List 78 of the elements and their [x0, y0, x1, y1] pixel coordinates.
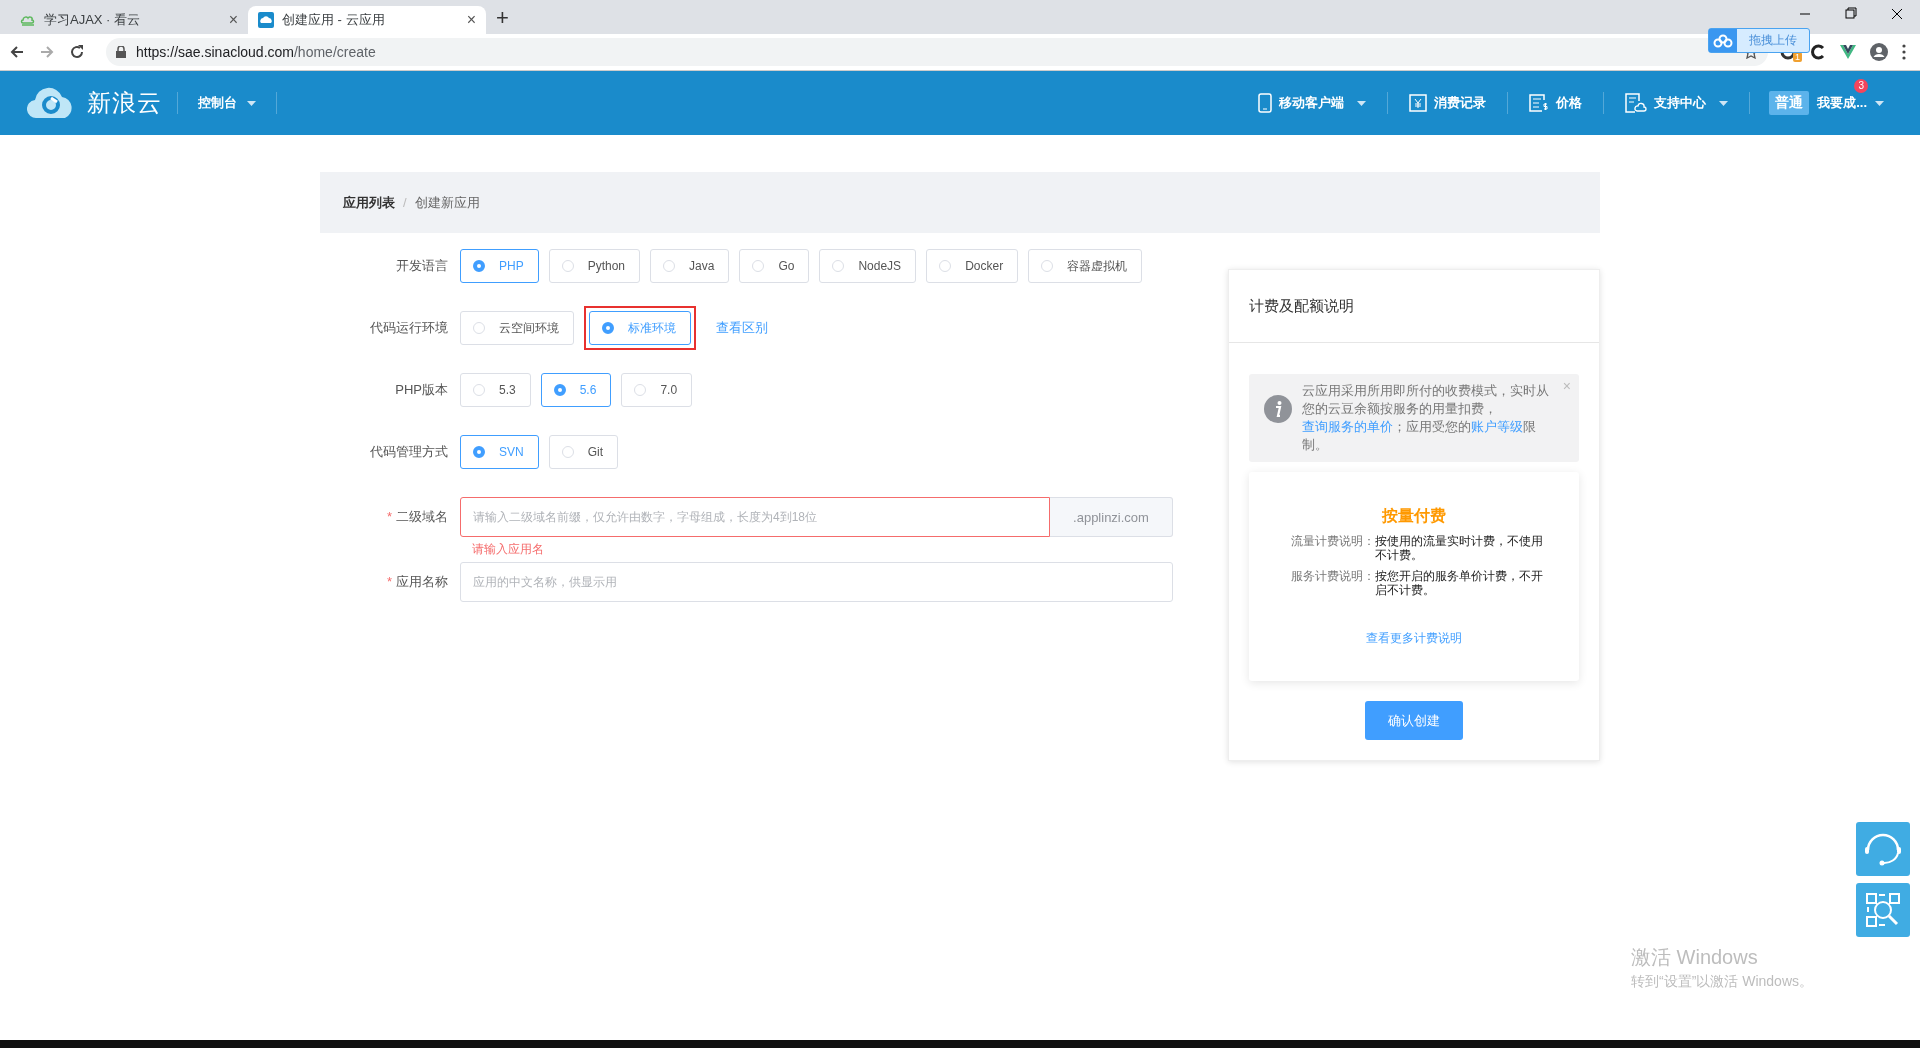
- price-list-icon: [1529, 94, 1550, 112]
- qr-scan-button[interactable]: [1856, 883, 1910, 937]
- logo-text[interactable]: 新浪云: [87, 87, 162, 119]
- radio-option[interactable]: 标准环境: [589, 311, 691, 345]
- qr-scan-icon: [1865, 892, 1901, 928]
- reload-icon[interactable]: [68, 43, 86, 61]
- breadcrumb-current: 创建新应用: [414, 193, 480, 212]
- vue-icon[interactable]: [1840, 45, 1856, 59]
- radio-option[interactable]: SVN: [460, 435, 539, 469]
- notice-text: 云应用采用所用即所付的收费模式，实时从您的云豆余额按服务的用量扣费， 查询服务的单价；应用受您的账户等级限制。: [1302, 383, 1550, 454]
- field-label: 代码运行环境: [369, 319, 449, 337]
- term-label: 服务计费说明：: [1290, 569, 1375, 585]
- term-label: 流量计费说明：: [1290, 534, 1375, 550]
- tab-title: 创建应用 - 云应用: [282, 11, 386, 29]
- radio-option[interactable]: Git: [548, 435, 619, 469]
- breadcrumb-link[interactable]: 应用列表: [343, 193, 395, 212]
- radio-option[interactable]: 5.3: [460, 373, 531, 407]
- nav-item[interactable]: 价格: [1508, 94, 1604, 112]
- profile-icon[interactable]: [1870, 43, 1888, 61]
- info-icon: [1264, 395, 1292, 423]
- field-label: PHP版本: [394, 381, 449, 399]
- extension-icon[interactable]: [1810, 44, 1826, 60]
- plan-title: 按量付费: [1380, 506, 1447, 526]
- radio-option[interactable]: NodeJS: [819, 249, 917, 283]
- close-button[interactable]: ×: [466, 11, 476, 29]
- console-menu[interactable]: 控制台: [178, 94, 276, 112]
- cloud-logo-icon[interactable]: [27, 86, 75, 120]
- url-text: https://sae.sinacloud.com/home/create: [136, 44, 376, 60]
- text-input[interactable]: 请输入二级域名前缀，仅允许由数字，字母组成，长度为4到18位: [460, 497, 1050, 537]
- tab-title: 学习AJAX · 看云: [44, 11, 142, 29]
- activation-title: 激活 Windows: [1631, 945, 1759, 970]
- radio-option[interactable]: 7.0: [621, 373, 693, 407]
- radio-option[interactable]: PHP: [460, 249, 539, 283]
- field-label: * 二级域名: [385, 508, 449, 526]
- browser-tab[interactable]: 学习AJAX · 看云 ×: [10, 6, 248, 34]
- lock-icon: [116, 46, 126, 58]
- breadcrumb-separator: /: [403, 195, 407, 210]
- radio-option[interactable]: 容器虚拟机: [1028, 249, 1143, 283]
- radio-option[interactable]: Python: [548, 249, 641, 283]
- customer-service-button[interactable]: [1856, 822, 1910, 876]
- domain-suffix: .applinzi.com: [1050, 497, 1173, 537]
- confirm-create-button[interactable]: 确认创建: [1365, 701, 1463, 740]
- document-cloud-icon: [1625, 93, 1648, 113]
- activation-hint: 转到“设置”以激活 Windows。: [1631, 973, 1813, 991]
- menu-icon[interactable]: [1902, 44, 1906, 60]
- more-pricing-link[interactable]: 查看更多计费说明: [1366, 630, 1462, 647]
- caret-icon: [247, 100, 256, 106]
- browser-tab[interactable]: 创建应用 - 云应用 ×: [248, 6, 486, 34]
- caret-icon: [1875, 100, 1884, 106]
- headset-icon: [1862, 831, 1904, 867]
- radio-option[interactable]: Docker: [926, 249, 1019, 283]
- yen-icon: [1409, 94, 1428, 112]
- nav-item[interactable]: 支持中心: [1604, 93, 1750, 113]
- close-button[interactable]: ×: [228, 11, 238, 29]
- radio-option[interactable]: 5.6: [540, 373, 612, 407]
- upload-popup[interactable]: 拖拽上传: [1708, 28, 1810, 53]
- app-logo-icon: [258, 12, 274, 28]
- user-menu[interactable]: 我要成...: [1817, 94, 1867, 112]
- card-title: 计费及配额说明: [1229, 270, 1599, 343]
- account-level-badge: 普通: [1769, 91, 1810, 115]
- field-label: * 应用名称: [385, 573, 449, 591]
- compare-link[interactable]: 查看区别: [716, 319, 768, 337]
- field-label: 代码管理方式: [369, 443, 449, 461]
- notice-link[interactable]: 查询服务的单价: [1302, 420, 1393, 434]
- field-label: 开发语言: [395, 257, 449, 275]
- radio-option[interactable]: Go: [739, 249, 810, 283]
- nav-item[interactable]: 消费记录: [1388, 94, 1508, 112]
- error-message: 请输入应用名: [472, 541, 545, 556]
- notification-badge: 3: [1854, 79, 1868, 93]
- radio-option[interactable]: 云空间环境: [460, 311, 574, 345]
- term-description: 按使用的流量实时计费，不使用不计费。: [1375, 534, 1543, 562]
- radio-option[interactable]: Java: [650, 249, 730, 283]
- notice-link[interactable]: 账户等级: [1471, 420, 1523, 434]
- term-description: 按您开启的服务单价计费，不开启不计费。: [1375, 569, 1543, 597]
- cloud-icon: [1713, 33, 1733, 48]
- new-tab-button[interactable]: +: [496, 5, 509, 31]
- phone-icon: [1258, 93, 1273, 113]
- nav-item[interactable]: 移动客户端: [1237, 93, 1388, 113]
